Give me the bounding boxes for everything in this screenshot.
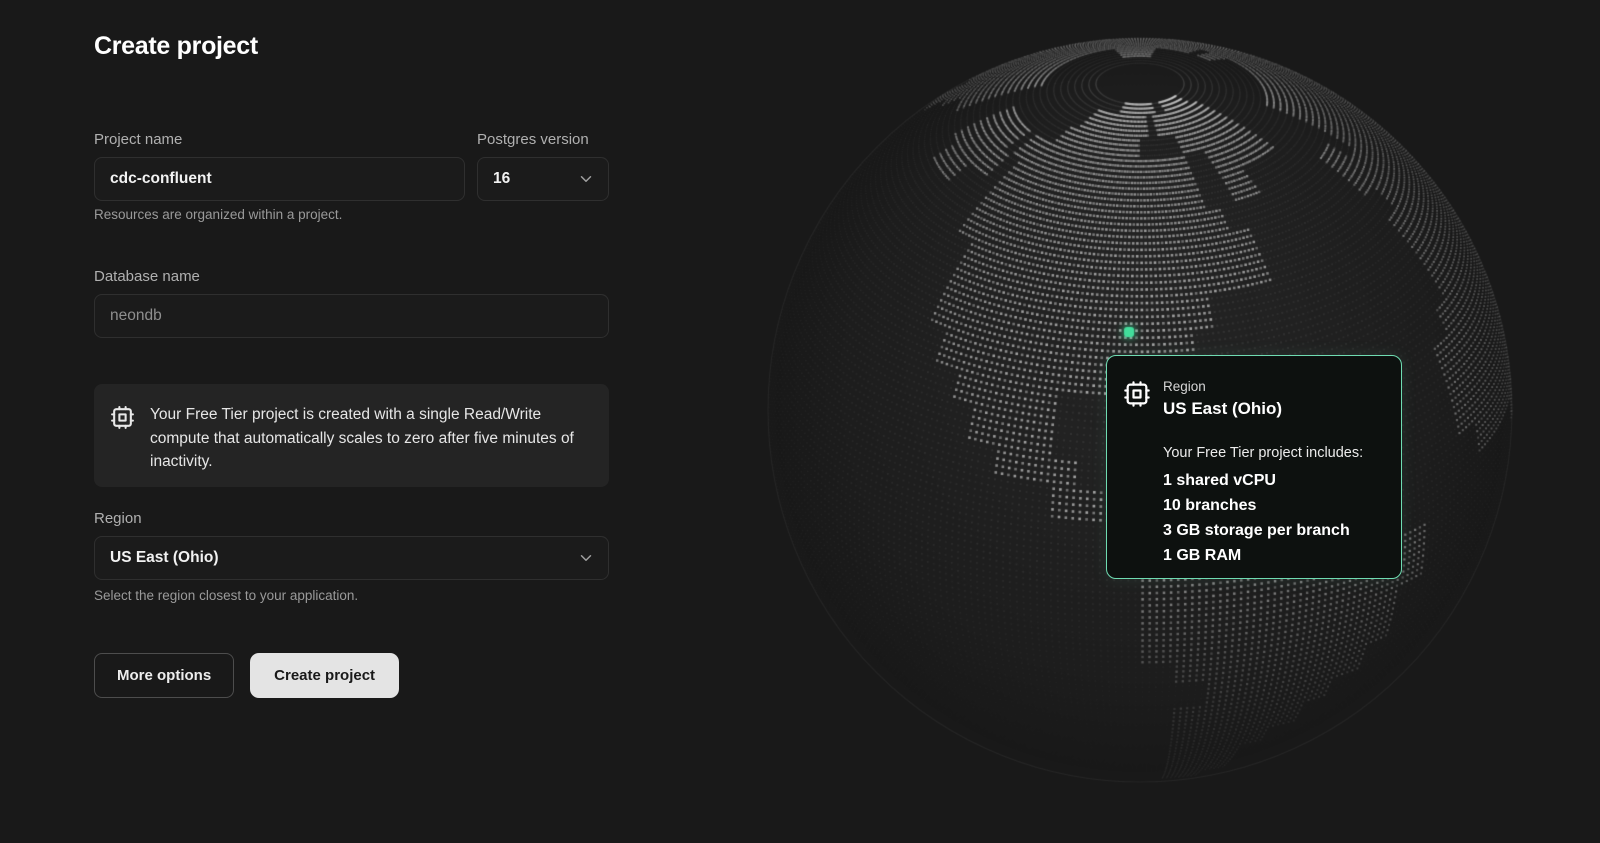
create-project-form: Create project Project name Postgres ver… xyxy=(94,0,609,843)
region-select[interactable]: US East (Ohio) xyxy=(94,536,609,580)
chevron-down-icon xyxy=(577,549,595,567)
chevron-down-icon xyxy=(577,170,595,188)
free-tier-notice-text: Your Free Tier project is created with a… xyxy=(150,403,587,487)
cpu-icon xyxy=(1123,380,1151,413)
project-name-label: Project name xyxy=(94,131,465,148)
database-name-field: Database name xyxy=(94,268,609,338)
free-tier-includes: Your Free Tier project includes: 1 share… xyxy=(1163,444,1381,568)
region-card-value: US East (Ohio) xyxy=(1163,398,1282,420)
postgres-version-field: Postgres version 16 xyxy=(477,131,609,201)
postgres-version-label: Postgres version xyxy=(477,131,609,148)
form-actions: More options Create project xyxy=(94,653,399,698)
free-tier-notice-box: Your Free Tier project is created with a… xyxy=(94,384,609,487)
include-item-branches: 10 branches xyxy=(1163,493,1381,518)
region-card-header: Region US East (Ohio) xyxy=(1123,379,1381,420)
database-name-label: Database name xyxy=(94,268,609,285)
create-project-button[interactable]: Create project xyxy=(250,653,399,698)
database-name-input[interactable] xyxy=(94,294,609,338)
include-item-storage: 3 GB storage per branch xyxy=(1163,518,1381,543)
region-tooltip-card: Region US East (Ohio) Your Free Tier pro… xyxy=(1106,355,1402,579)
include-item-vcpu: 1 shared vCPU xyxy=(1163,468,1381,493)
page-title: Create project xyxy=(94,31,258,61)
region-card-text: Region US East (Ohio) xyxy=(1163,379,1282,420)
region-card-label: Region xyxy=(1163,379,1282,395)
project-name-input[interactable] xyxy=(94,157,465,201)
region-label: Region xyxy=(94,510,609,527)
postgres-version-value: 16 xyxy=(493,170,510,188)
includes-title: Your Free Tier project includes: xyxy=(1163,444,1381,462)
project-name-field: Project name xyxy=(94,131,465,201)
cpu-icon xyxy=(110,405,135,487)
include-item-ram: 1 GB RAM xyxy=(1163,543,1381,568)
region-help: Select the region closest to your applic… xyxy=(94,588,358,604)
region-field: Region US East (Ohio) xyxy=(94,510,609,580)
create-project-page: { "form": { "title": "Create project", "… xyxy=(0,0,1600,843)
postgres-version-select[interactable]: 16 xyxy=(477,157,609,201)
more-options-button[interactable]: More options xyxy=(94,653,234,698)
includes-list: 1 shared vCPU 10 branches 3 GB storage p… xyxy=(1163,468,1381,568)
region-value: US East (Ohio) xyxy=(110,549,219,567)
project-name-help: Resources are organized within a project… xyxy=(94,207,342,223)
